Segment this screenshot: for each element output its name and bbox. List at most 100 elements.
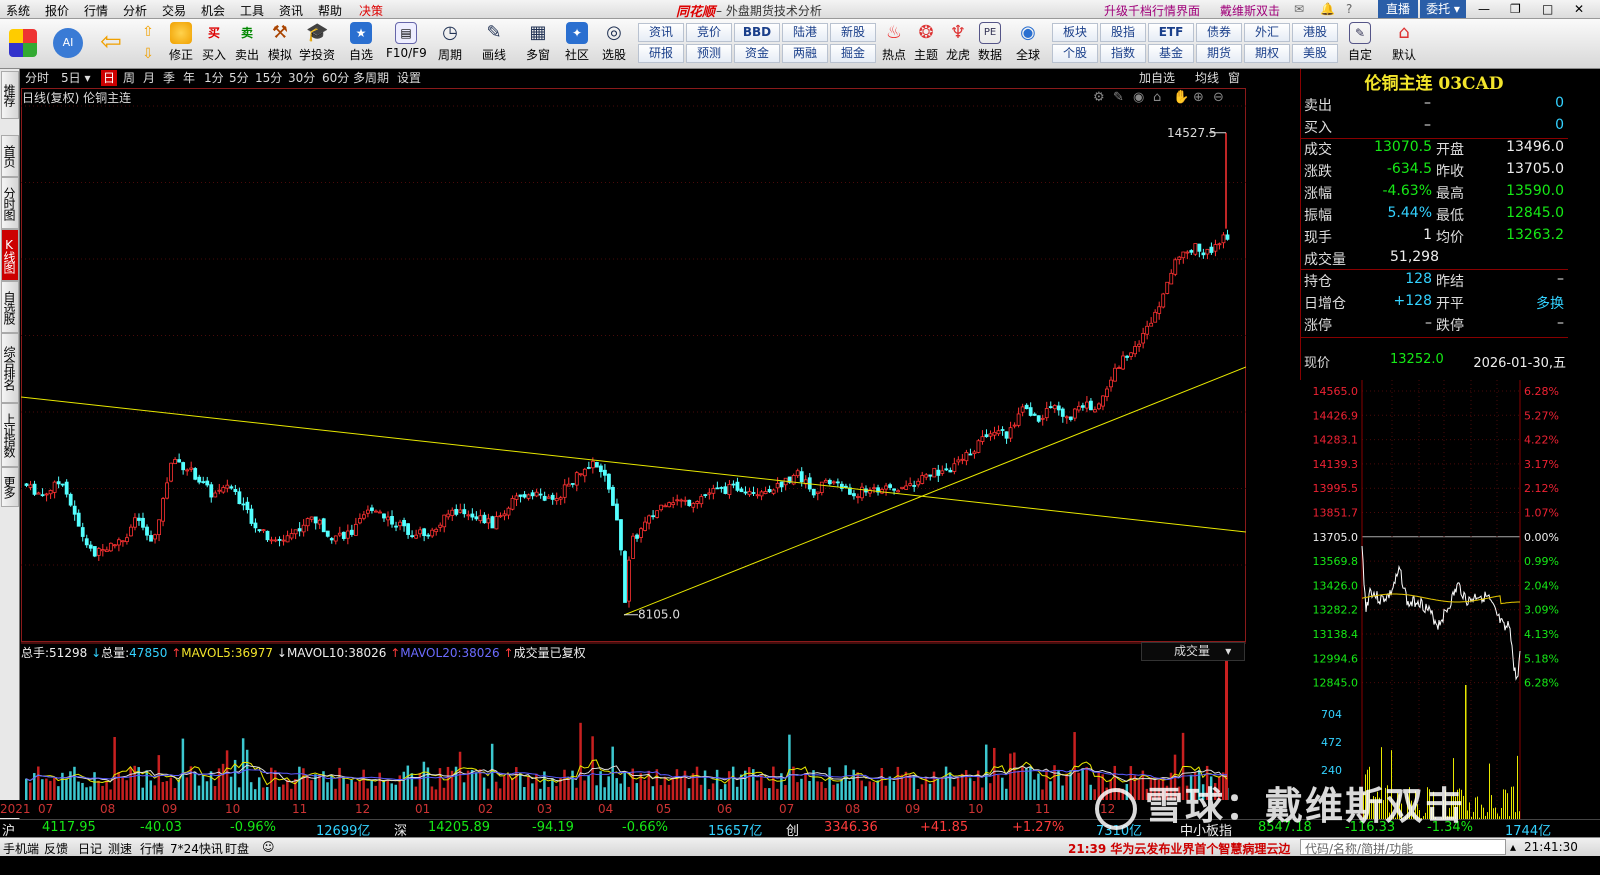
grid-mining[interactable]: 掘金 xyxy=(830,44,876,63)
period-settings[interactable]: 设置 xyxy=(395,70,423,86)
menu-quote[interactable]: 报价 xyxy=(45,2,69,19)
period-multi[interactable]: 多周期 xyxy=(351,70,391,86)
upgrade-link[interactable]: 升级千档行情界面 xyxy=(1104,2,1200,19)
period-timeshare[interactable]: 分时 xyxy=(23,70,51,86)
grid-auction[interactable]: 竞价 xyxy=(686,23,732,42)
volume-selector[interactable]: 成交量 ▾ xyxy=(1141,642,1245,661)
data-button[interactable]: PE 数据 xyxy=(974,21,1006,67)
learn-button[interactable]: 🎓 学投资 xyxy=(298,21,336,67)
fix-button[interactable]: 修正 xyxy=(165,21,197,67)
period-5day[interactable]: 5日 ▾ xyxy=(59,70,99,86)
menu-market[interactable]: 行情 xyxy=(84,2,108,19)
news-ticker[interactable]: 21:39 华为云发布业界首个智慧病理云边 xyxy=(1068,840,1290,857)
custom-button[interactable]: ✎ 自定 xyxy=(1342,21,1378,67)
grid-hk-connect[interactable]: 陆港 xyxy=(782,23,828,42)
status-mobile[interactable]: 手机端 xyxy=(3,840,39,857)
chart-tool-icon[interactable]: ✎ xyxy=(1113,90,1124,105)
status-diary[interactable]: 日记 xyxy=(78,840,102,857)
menu-decision[interactable]: 决策 xyxy=(359,2,383,19)
period-30min[interactable]: 30分 xyxy=(286,70,317,86)
grid-news[interactable]: 资讯 xyxy=(638,23,684,42)
grid-index-futures[interactable]: 股指 xyxy=(1100,23,1146,42)
status-market[interactable]: 行情 xyxy=(140,840,164,857)
draw-line-button[interactable]: ✎ 画线 xyxy=(476,21,512,67)
maximize-icon[interactable]: □ xyxy=(1542,2,1553,16)
grid-futures[interactable]: 期货 xyxy=(1196,44,1242,63)
f10-button[interactable]: ▤ F10/F9 xyxy=(386,21,427,67)
grid-ipo[interactable]: 新股 xyxy=(830,23,876,42)
menu-trade[interactable]: 交易 xyxy=(162,2,186,19)
sh-value[interactable]: 4117.95 xyxy=(42,820,96,835)
grid-etf[interactable]: ETF xyxy=(1148,23,1194,42)
nav-ranking[interactable]: 综合排名 xyxy=(1,333,19,403)
mail-icon[interactable]: ✉ xyxy=(1294,2,1304,16)
period-month[interactable]: 月 xyxy=(141,70,157,86)
nav-timeshare[interactable]: 分时图 xyxy=(1,177,19,229)
grid-fund-flow[interactable]: 资金 xyxy=(734,44,780,63)
grid-fund[interactable]: 基金 xyxy=(1148,44,1194,63)
chat-icon[interactable]: ☺ xyxy=(262,840,275,854)
entrust-button[interactable]: 委托 ▾ xyxy=(1420,0,1466,18)
back-arrow-icon[interactable]: ⇦ xyxy=(95,21,127,67)
community-button[interactable]: ✦ 社区 xyxy=(562,21,592,67)
period-15min[interactable]: 15分 xyxy=(253,70,284,86)
intraday-chart[interactable]: 14565.0 6.28% 14426.9 5.27% 14283.1 4.22% 1413… xyxy=(1300,380,1568,820)
theme-button[interactable]: ❂ 主题 xyxy=(910,21,942,67)
grid-research[interactable]: 研报 xyxy=(638,44,684,63)
add-watchlist-button[interactable]: 加自选 xyxy=(1137,70,1177,86)
period-5min[interactable]: 5分 xyxy=(227,70,251,86)
period-60min[interactable]: 60分 xyxy=(320,70,351,86)
menu-opportunity[interactable]: 机会 xyxy=(201,2,225,19)
grid-index[interactable]: 指数 xyxy=(1100,44,1146,63)
layout-icon[interactable] xyxy=(6,21,40,67)
sell-button[interactable]: 卖卖出 xyxy=(231,21,263,67)
chart-tool-icon[interactable]: ⚙ xyxy=(1093,90,1105,105)
nav-more[interactable]: 更多 xyxy=(1,467,19,507)
hotspot-button[interactable]: ♨ 热点 xyxy=(878,21,910,67)
search-input[interactable]: 代码/名称/简拼/功能 xyxy=(1300,839,1506,856)
chart-tool-icon[interactable]: ⊖ xyxy=(1213,90,1224,105)
close-icon[interactable]: ✕ xyxy=(1574,2,1584,16)
grid-forecast[interactable]: 预测 xyxy=(686,44,732,63)
ma-toggle-button[interactable]: 均线 xyxy=(1193,70,1221,86)
chart-tool-icon[interactable]: ◉ xyxy=(1133,90,1144,105)
bell-icon[interactable]: 🔔 xyxy=(1320,2,1335,16)
grid-us-stock[interactable]: 美股 xyxy=(1292,44,1338,63)
period-1min[interactable]: 1分 xyxy=(202,70,226,86)
chart-tool-icon[interactable]: ⌂ xyxy=(1153,90,1161,105)
grid-margin[interactable]: 两融 xyxy=(782,44,828,63)
cy-value[interactable]: 3346.36 xyxy=(824,820,878,835)
sz-value[interactable]: 14205.89 xyxy=(428,820,490,835)
live-button[interactable]: 直播 xyxy=(1378,0,1418,18)
period-day[interactable]: 日 xyxy=(101,70,118,86)
status-speedtest[interactable]: 测速 xyxy=(108,840,132,857)
status-watch[interactable]: 盯盘 xyxy=(225,840,249,857)
period-quarter[interactable]: 季 xyxy=(161,70,177,86)
status-feedback[interactable]: 反馈 xyxy=(44,840,68,857)
menu-help[interactable]: 帮助 xyxy=(318,2,342,19)
nav-sh-index[interactable]: 上证指数 xyxy=(1,403,19,467)
grid-sector[interactable]: 板块 xyxy=(1052,23,1098,42)
multi-window-button[interactable]: ▦ 多窗 xyxy=(520,21,556,67)
grid-bbd[interactable]: BBD xyxy=(734,23,780,42)
nav-watchlist[interactable]: 自选股 xyxy=(1,281,19,333)
period-button[interactable]: ◷ 周期 xyxy=(432,21,468,67)
grid-forex[interactable]: 外汇 xyxy=(1244,23,1290,42)
period-week[interactable]: 周 xyxy=(121,70,137,86)
kline-chart[interactable]: 14884.313864.912845.411826.010806.59787.… xyxy=(21,88,1246,800)
grid-bond[interactable]: 债券 xyxy=(1196,23,1242,42)
menu-system[interactable]: 系统 xyxy=(6,2,30,19)
ai-icon[interactable]: AI xyxy=(50,21,86,67)
watchlist-button[interactable]: ★ 自选 xyxy=(343,21,379,67)
grid-options[interactable]: 期权 xyxy=(1244,44,1290,63)
buy-button[interactable]: 买买入 xyxy=(198,21,230,67)
chart-tool-icon[interactable]: ✋ xyxy=(1173,89,1189,105)
up-down-icon[interactable]: ⇧ ⇩ xyxy=(136,21,160,67)
menu-news[interactable]: 资讯 xyxy=(279,2,303,19)
default-button[interactable]: ⌂ 默认 xyxy=(1386,21,1422,67)
period-year[interactable]: 年 xyxy=(181,70,197,86)
window-button[interactable]: 窗 xyxy=(1226,70,1242,86)
grid-stock[interactable]: 个股 xyxy=(1052,44,1098,63)
simulate-button[interactable]: ⚒ 模拟 xyxy=(264,21,296,67)
menu-analysis[interactable]: 分析 xyxy=(123,2,147,19)
